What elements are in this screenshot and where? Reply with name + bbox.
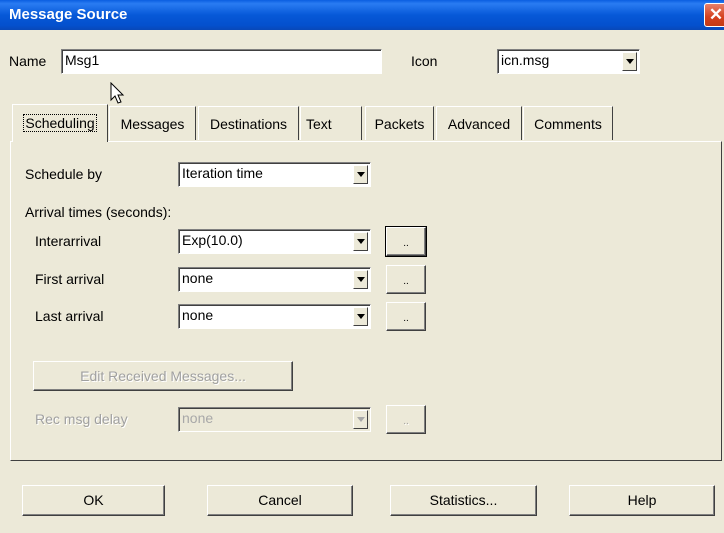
first-arrival-select[interactable]: none <box>178 267 371 292</box>
tab-label: Scheduling <box>23 114 97 132</box>
icon-select-value: icn.msg <box>501 52 550 68</box>
name-label: Name <box>9 53 47 69</box>
window-title: Message Source <box>9 6 128 23</box>
tab-scheduling[interactable]: Scheduling <box>12 104 108 142</box>
icon-label: Icon <box>411 53 438 69</box>
last-arrival-value: none <box>182 307 214 323</box>
rec-msg-delay-select[interactable]: none <box>178 407 371 432</box>
name-field[interactable]: Msg1 <box>61 49 382 74</box>
first-arrival-edit-button[interactable]: .. <box>386 265 426 294</box>
rec-msg-delay-edit-button[interactable]: .. <box>386 405 426 434</box>
tab-text[interactable]: Text <box>300 106 362 140</box>
chevron-down-icon[interactable] <box>353 232 368 251</box>
close-icon[interactable]: ✕ <box>704 3 724 27</box>
interarrival-select[interactable]: Exp(10.0) <box>178 229 371 254</box>
tab-label: Text <box>306 116 332 132</box>
interarrival-value: Exp(10.0) <box>182 232 243 248</box>
schedule-by-label: Schedule by <box>25 166 103 182</box>
tab-label: Comments <box>534 116 602 132</box>
tab-packets[interactable]: Packets <box>365 106 434 140</box>
interarrival-edit-button[interactable]: .. <box>385 226 427 257</box>
tab-messages[interactable]: Messages <box>109 106 196 140</box>
first-arrival-label: First arrival <box>35 271 105 287</box>
tab-label: Packets <box>374 116 425 132</box>
last-arrival-select[interactable]: none <box>178 304 371 329</box>
title-bar: Message Source ✕ <box>0 0 724 30</box>
help-button[interactable]: Help <box>569 485 715 516</box>
chevron-down-icon[interactable] <box>353 410 368 429</box>
tab-comments[interactable]: Comments <box>523 106 613 140</box>
ok-button[interactable]: OK <box>22 485 165 516</box>
icon-select[interactable]: icn.msg <box>497 49 640 74</box>
tab-advanced[interactable]: Advanced <box>436 106 522 140</box>
chevron-down-icon[interactable] <box>353 165 368 184</box>
chevron-down-icon[interactable] <box>622 52 637 71</box>
schedule-by-select[interactable]: Iteration time <box>178 162 371 187</box>
tab-destinations[interactable]: Destinations <box>198 106 299 140</box>
arrival-times-label: Arrival times (seconds): <box>25 204 172 220</box>
rec-msg-delay-label: Rec msg delay <box>35 411 128 427</box>
chevron-down-icon[interactable] <box>353 270 368 289</box>
schedule-by-value: Iteration time <box>182 165 263 181</box>
interarrival-label: Interarrival <box>35 233 102 249</box>
mouse-cursor-icon <box>110 82 125 104</box>
tab-label: Destinations <box>209 116 288 132</box>
last-arrival-edit-button[interactable]: .. <box>386 302 426 331</box>
statistics-button[interactable]: Statistics... <box>390 485 537 516</box>
rec-msg-delay-value: none <box>182 410 214 426</box>
cancel-button[interactable]: Cancel <box>207 485 353 516</box>
last-arrival-label: Last arrival <box>35 308 104 324</box>
first-arrival-value: none <box>182 270 214 286</box>
tab-label: Messages <box>120 116 185 132</box>
edit-received-messages-button[interactable]: Edit Received Messages... <box>33 361 293 391</box>
tab-label: Advanced <box>447 116 511 132</box>
chevron-down-icon[interactable] <box>353 307 368 326</box>
